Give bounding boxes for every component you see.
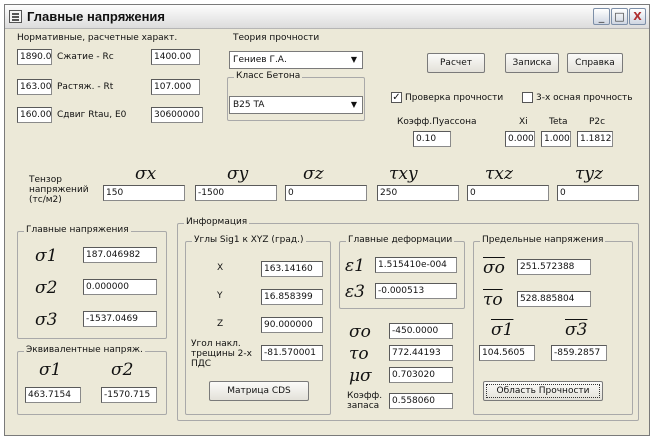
- angle-z-label: Z: [217, 319, 224, 329]
- eq-sigma-2-label: σ2: [111, 360, 134, 380]
- tau-xy-label: τxy: [389, 164, 418, 184]
- theory-value: Гениев Г.А.: [233, 55, 287, 65]
- xi-field[interactable]: 0.000: [505, 131, 535, 147]
- shear-norm-field[interactable]: 160.00: [17, 107, 52, 123]
- title-bar: Главные напряжения _ □ X: [5, 5, 649, 29]
- epsilon-1-field: 1.515410e-004: [375, 257, 457, 273]
- eq-sigma-1-label: σ1: [39, 360, 62, 380]
- limit-sigma-0-label: σo: [483, 258, 505, 278]
- compress-calc-field[interactable]: 1400.00: [151, 49, 200, 65]
- deformation-label: Главные деформации: [346, 235, 455, 245]
- tau-xz-input[interactable]: 0: [467, 185, 549, 201]
- eq-sigma-2-field: -1570.715: [101, 387, 157, 403]
- limit-sigma-3-label: σ3: [565, 320, 588, 340]
- tau-xz-label: τxz: [485, 164, 513, 184]
- close-button[interactable]: X: [629, 8, 646, 25]
- app-icon: [9, 10, 22, 23]
- tension-label: Растяж. - Rt: [57, 82, 114, 92]
- sigma-3-field: -1537.0469: [83, 311, 157, 327]
- concrete-select[interactable]: B25 TA ▼: [229, 96, 363, 114]
- note-button[interactable]: Записка: [505, 53, 559, 73]
- limit-sigma-3-field: -859.2857: [551, 345, 607, 361]
- cds-matrix-button[interactable]: Матрица CDS: [209, 381, 309, 401]
- shear-label: Сдвиг Rtau, E0: [57, 110, 127, 120]
- help-button[interactable]: Справка: [567, 53, 623, 73]
- sigma-0-label: σo: [349, 322, 371, 342]
- compress-label: Сжатие - Rc: [57, 52, 114, 62]
- sigma-2-label: σ2: [35, 278, 58, 298]
- sigma-z-label: σz: [303, 164, 324, 184]
- equivalent-label: Эквивалентные напряж.: [24, 345, 145, 355]
- mu-field: 0.703020: [389, 367, 453, 383]
- theory-select[interactable]: Гениев Г.А. ▼: [229, 51, 363, 69]
- teta-label: Teta: [549, 117, 568, 127]
- sigma-x-label: σx: [135, 164, 157, 184]
- sigma-3-label: σ3: [35, 310, 58, 330]
- epsilon-3-field: -0.000513: [375, 283, 457, 299]
- epsilon-3-label: ε3: [345, 282, 365, 302]
- safety-label: Коэфф. запаса: [347, 391, 383, 411]
- main-window: Главные напряжения _ □ X Нормативные, ра…: [4, 4, 650, 436]
- triaxial-checkbox[interactable]: [522, 92, 533, 103]
- strength-region-button[interactable]: Область Прочности: [483, 381, 603, 401]
- norm-label: Нормативные, расчетные характ.: [17, 33, 178, 43]
- sigma-z-input[interactable]: 0: [285, 185, 367, 201]
- limit-label: Предельные напряжения: [480, 235, 606, 245]
- angle-x-field: 163.14160: [261, 261, 323, 277]
- tau-xy-input[interactable]: 250: [377, 185, 459, 201]
- sigma-x-input[interactable]: 150: [103, 185, 185, 201]
- modulus-field[interactable]: 30600000: [151, 107, 203, 123]
- safety-field: 0.558060: [389, 393, 453, 409]
- poisson-label: Коэфф.Пуассона: [397, 117, 477, 127]
- tension-norm-field[interactable]: 163.00: [17, 79, 52, 95]
- limit-sigma-1-field: 104.5605: [479, 345, 535, 361]
- p2c-field[interactable]: 1.1812: [577, 131, 613, 147]
- concrete-label: Класс Бетона: [234, 71, 303, 81]
- sigma-1-field: 187.046982: [83, 247, 157, 263]
- mu-label: μσ: [349, 366, 372, 386]
- limit-tau-0-field: 528.885804: [517, 291, 591, 307]
- tilt-label: Угол накл. трещины 2-х ПДС: [191, 339, 252, 369]
- sigma-y-input[interactable]: -1500: [195, 185, 277, 201]
- tau-0-label: τo: [349, 344, 369, 364]
- epsilon-1-label: ε1: [345, 256, 365, 276]
- limit-sigma-1-label: σ1: [491, 320, 514, 340]
- sigma-2-field: 0.000000: [83, 279, 157, 295]
- angle-y-label: Y: [217, 291, 223, 301]
- limit-sigma-0-field: 251.572388: [517, 259, 591, 275]
- angle-x-label: X: [217, 263, 224, 273]
- triaxial-label: 3-х осная прочность: [536, 93, 633, 103]
- sigma-y-label: σy: [227, 164, 249, 184]
- angle-z-field: 90.000000: [261, 317, 323, 333]
- tensor-label: Тензор напряжений (тс/м2): [29, 175, 89, 205]
- verify-checkbox[interactable]: ✓: [391, 92, 402, 103]
- verify-label: Проверка прочности: [405, 93, 504, 103]
- maximize-button[interactable]: □: [611, 8, 628, 25]
- tilt-field: -81.570001: [261, 345, 323, 361]
- tension-calc-field[interactable]: 107.000: [151, 79, 200, 95]
- sigma-1-label: σ1: [35, 246, 58, 266]
- principal-label: Главные напряжения: [24, 225, 131, 235]
- angles-label: Углы Sig1 к XYZ (град.): [192, 235, 306, 245]
- eq-sigma-1-field: 463.7154: [25, 387, 81, 403]
- theory-label: Теория прочности: [233, 33, 320, 43]
- teta-field[interactable]: 1.000: [541, 131, 571, 147]
- p2c-label: P2c: [589, 117, 606, 127]
- angle-y-field: 16.858399: [261, 289, 323, 305]
- sigma-0-field: -450.0000: [389, 323, 453, 339]
- tau-0-field: 772.44193: [389, 345, 453, 361]
- tau-yz-label: τyz: [575, 164, 603, 184]
- xi-label: Xi: [519, 117, 528, 127]
- window-title: Главные напряжения: [27, 9, 165, 24]
- calc-button[interactable]: Расчет: [427, 53, 485, 73]
- poisson-field[interactable]: 0.10: [413, 131, 451, 147]
- tau-yz-input[interactable]: 0: [557, 185, 639, 201]
- info-label: Информация: [184, 217, 250, 227]
- compress-norm-field[interactable]: 1890.0: [17, 49, 52, 65]
- minimize-button[interactable]: _: [593, 8, 610, 25]
- concrete-value: B25 TA: [233, 100, 265, 110]
- chevron-down-icon: ▼: [350, 100, 358, 109]
- limit-tau-0-label: τo: [483, 290, 503, 310]
- chevron-down-icon: ▼: [350, 55, 358, 64]
